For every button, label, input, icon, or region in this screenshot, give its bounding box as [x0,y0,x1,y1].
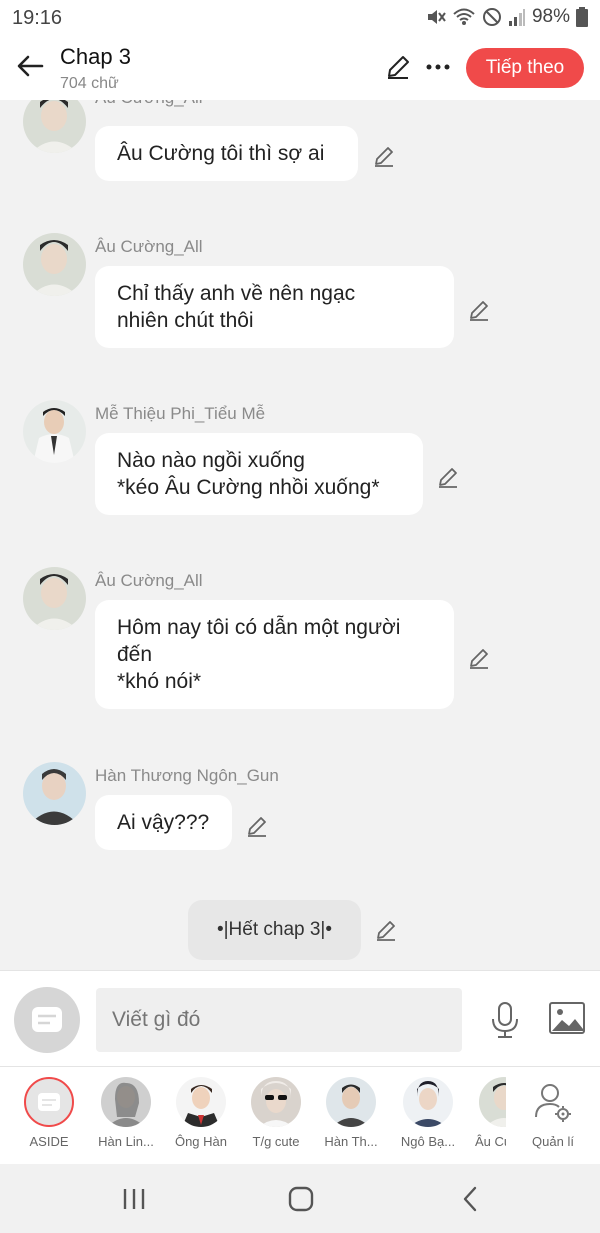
next-chapter-button[interactable]: Tiếp theo [466,48,584,88]
manage-characters-button[interactable]: Quản lí [520,1077,586,1149]
avatar[interactable] [23,233,86,296]
character-item[interactable]: Hàn Th... [313,1077,389,1149]
avatar[interactable] [23,567,86,630]
chat-type-button[interactable] [14,987,80,1053]
sender-name: Âu Cường_All [95,100,203,108]
status-bar: 19:16 98% [0,0,600,36]
recent-apps-icon[interactable] [121,1187,147,1211]
mute-icon [427,10,446,24]
battery-icon [576,7,588,27]
edit-message-icon[interactable] [245,814,269,838]
character-bar: ASIDE Hàn Lin... Ông Hàn T/g cute Hàn Th… [0,1066,600,1164]
page-title: Chap 3 [60,44,131,69]
message-icon [32,1007,62,1032]
message-bubble[interactable]: Chỉ thấy anh về nên ngạc nhiên chút thôi [95,266,454,348]
sender-name: Mễ Thiệu Phi_Tiểu Mễ [95,404,266,423]
character-name: T/g cute [252,1134,300,1149]
sender-name: Hàn Thương Ngôn_Gun [95,766,279,785]
avatar [251,1077,301,1127]
composer [0,970,600,1066]
avatar [101,1077,151,1127]
system-nav-bar [0,1164,600,1233]
image-icon[interactable] [548,1001,586,1035]
avatar [326,1077,376,1127]
no-sim-icon [482,8,501,26]
avatar[interactable] [23,400,86,463]
character-name: Hàn Lin... [98,1134,154,1149]
word-count: 704 chữ [60,75,119,92]
character-item[interactable]: Hàn Lin... [88,1077,164,1149]
character-item[interactable]: Âu Cư [466,1077,506,1149]
edit-pencil-icon[interactable] [384,53,412,81]
message-input[interactable] [96,988,462,1052]
battery-percent: 98% [531,6,570,27]
message-bubble[interactable]: Nào nào ngồi xuống *kéo Âu Cường nhồi xu… [95,433,423,515]
character-name: Âu Cư [475,1134,506,1149]
avatar [403,1077,453,1127]
message-bubble[interactable]: Âu Cường tôi thì sợ ai [95,126,358,181]
message-bubble[interactable]: Ai vậy??? [95,795,232,850]
character-item[interactable]: Ngô Bạ... [390,1077,466,1149]
character-name: Ông Hàn [174,1134,228,1149]
message-bubble[interactable]: Hôm nay tôi có dẫn một người đến *khó nó… [95,600,454,709]
edit-message-icon[interactable] [374,918,398,942]
home-icon[interactable] [288,1186,314,1212]
edit-message-icon[interactable] [467,298,491,322]
edit-message-icon[interactable] [467,646,491,670]
avatar [479,1077,506,1127]
character-item[interactable]: T/g cute [238,1077,314,1149]
character-name: ASIDE [29,1134,69,1149]
edit-message-icon[interactable] [372,144,396,168]
avatar[interactable] [23,762,86,825]
character-item[interactable]: ASIDE [11,1077,87,1149]
header: Chap 3 704 chữ Tiếp theo [0,36,600,100]
avatar [176,1077,226,1127]
more-options-icon[interactable] [424,53,452,81]
sender-name: Âu Cường_All [95,571,203,590]
user-settings-icon [535,1084,571,1122]
message-icon [38,1093,60,1111]
signal-icon [508,9,525,26]
avatar[interactable] [23,100,86,153]
character-name: Ngô Bạ... [400,1134,456,1149]
character-name: Hàn Th... [324,1134,378,1149]
chat-area[interactable]: Âu Cường_All Âu Cường tôi thì sợ ai Âu C… [0,100,600,970]
system-message[interactable]: •|Hết chap 3|• [188,900,361,960]
back-arrow-icon[interactable] [14,50,46,82]
sender-name: Âu Cường_All [95,237,203,256]
character-item[interactable]: Ông Hàn [163,1077,239,1149]
aside-avatar [24,1077,74,1127]
edit-message-icon[interactable] [436,465,460,489]
status-time: 19:16 [12,7,63,29]
wifi-icon [453,8,475,25]
manage-label: Quản lí [532,1134,574,1149]
microphone-icon[interactable] [488,1001,522,1039]
back-icon[interactable] [460,1186,480,1212]
